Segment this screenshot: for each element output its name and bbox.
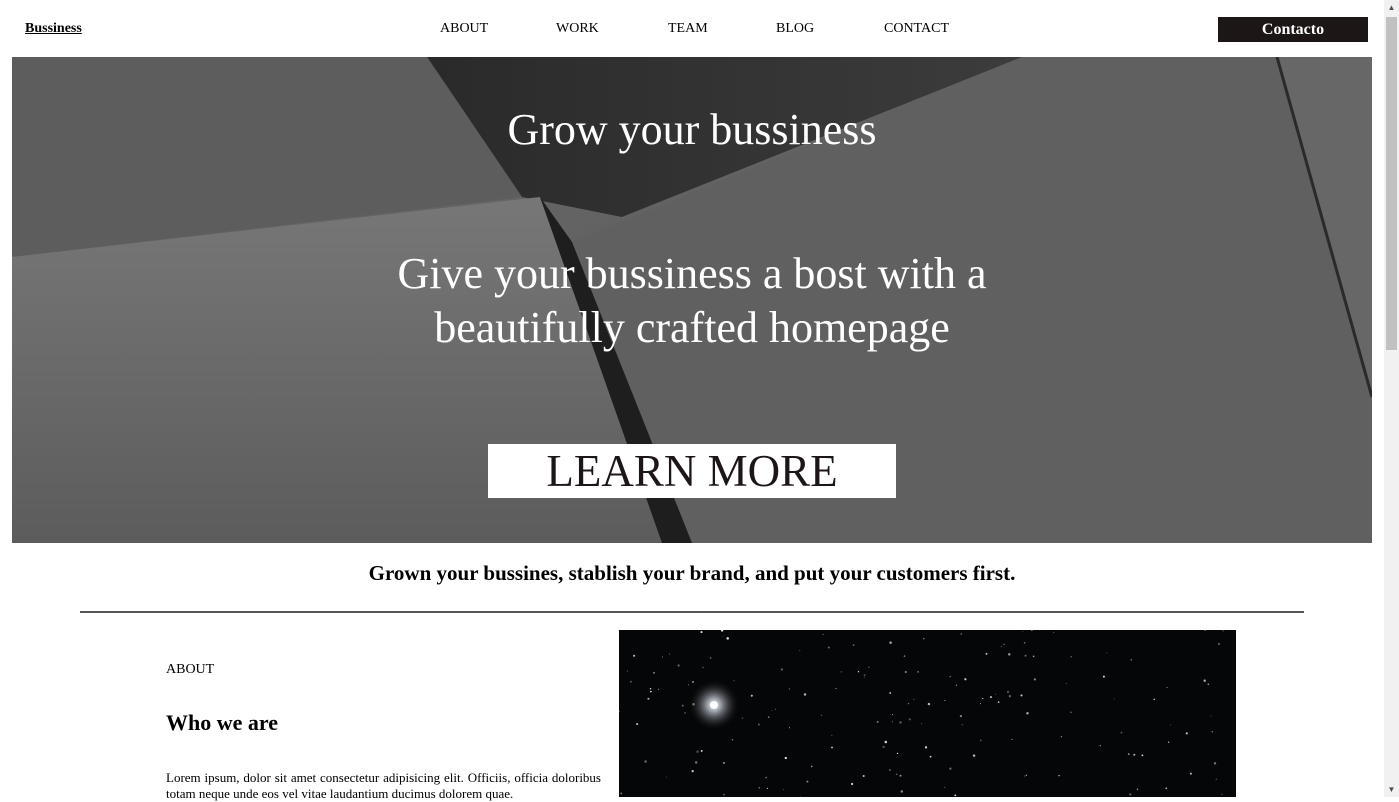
hero-section: Grow your bussiness Give your bussiness … bbox=[12, 57, 1372, 543]
scroll-up-arrow-icon[interactable]: ▲ bbox=[1384, 0, 1399, 15]
main-nav: ABOUT WORK TEAM BLOG CONTACT bbox=[0, 21, 1399, 41]
nav-work[interactable]: WORK bbox=[556, 21, 599, 37]
space-image bbox=[619, 630, 1236, 797]
about-heading: Who we are bbox=[166, 710, 279, 735]
contacto-button[interactable]: Contacto bbox=[1218, 17, 1368, 42]
nav-contact[interactable]: CONTACT bbox=[884, 21, 949, 37]
nav-team[interactable]: TEAM bbox=[668, 21, 708, 37]
about-label: ABOUT bbox=[166, 662, 215, 677]
scrollbar-thumb[interactable] bbox=[1386, 17, 1397, 350]
starfield bbox=[619, 630, 1236, 797]
nav-blog[interactable]: BLOG bbox=[776, 21, 814, 37]
section-divider bbox=[80, 611, 1304, 613]
scroll-down-arrow-icon[interactable]: ▼ bbox=[1384, 782, 1399, 797]
nav-about[interactable]: ABOUT bbox=[440, 21, 488, 37]
tagline: Grown your bussines, stablish your brand… bbox=[368, 561, 1016, 585]
about-text: Lorem ipsum, dolor sit amet consectetur … bbox=[166, 770, 601, 801]
hero-subtitle: Give your bussiness a bost with a beauti… bbox=[397, 249, 987, 352]
learn-more-button[interactable]: LEARN MORE bbox=[488, 444, 896, 498]
hero-title: Grow your bussiness bbox=[507, 105, 877, 154]
